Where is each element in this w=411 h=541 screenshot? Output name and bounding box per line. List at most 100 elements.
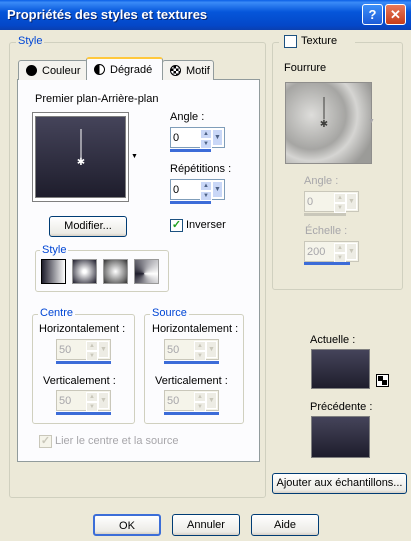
gradient-name-label: Premier plan-Arrière-plan: [35, 93, 159, 105]
previous-label: Précédente :: [310, 401, 373, 413]
repetitions-down-arrow-icon[interactable]: ▼: [200, 191, 212, 201]
repetitions-spinner[interactable]: 0 ▲ ▼ ▼: [170, 179, 225, 201]
repetitions-slider[interactable]: [170, 201, 211, 204]
source-horizontal-value[interactable]: 50: [165, 344, 194, 356]
source-h-down-arrow-icon[interactable]: ▼: [194, 351, 206, 361]
centre-h-down-arrow-icon[interactable]: ▼: [86, 351, 98, 361]
centre-horizontal-slider[interactable]: [56, 361, 111, 364]
angle-value[interactable]: 0: [171, 132, 200, 144]
svg-text:✱: ✱: [77, 157, 85, 168]
source-vertical-value[interactable]: 50: [165, 395, 194, 407]
close-button[interactable]: ✕: [385, 4, 406, 25]
source-label: Source: [150, 307, 189, 319]
centre-horizontal-spinner[interactable]: 50 ▲ ▼ ▼: [56, 339, 111, 361]
repetitions-up-arrow-icon[interactable]: ▲: [200, 181, 212, 191]
style-group-label: Style: [16, 35, 45, 47]
centre-horizontal-value[interactable]: 50: [57, 344, 86, 356]
add-to-samples-button[interactable]: Ajouter aux échantillons...: [272, 473, 407, 494]
pattern-icon: [170, 65, 181, 76]
texture-angle-up-arrow-icon[interactable]: ▲: [334, 193, 346, 203]
tab-degrade[interactable]: Dégradé: [86, 57, 163, 80]
repetitions-dropdown-icon[interactable]: ▼: [212, 181, 223, 198]
centre-horizontal-label: Horizontalement :: [39, 323, 126, 335]
angle-down-arrow-icon[interactable]: ▼: [200, 139, 212, 149]
source-v-dropdown-icon[interactable]: ▼: [206, 392, 217, 409]
angle-label: Angle :: [170, 111, 205, 123]
source-h-up-arrow-icon[interactable]: ▲: [194, 341, 206, 351]
tab-degrade-label: Dégradé: [110, 63, 153, 76]
centre-h-dropdown-icon[interactable]: ▼: [98, 341, 109, 358]
texture-angle-slider[interactable]: [304, 213, 346, 216]
texture-scale-spinner[interactable]: 200 ▲ ▼ ▼: [304, 241, 359, 263]
source-horizontal-label: Horizontalement :: [152, 323, 239, 335]
link-label: Lier le centre et la source: [55, 435, 179, 447]
angle-slider[interactable]: [170, 149, 211, 152]
source-vertical-slider[interactable]: [164, 412, 219, 415]
half-circle-icon: [94, 64, 105, 75]
modify-button[interactable]: Modifier...: [49, 216, 127, 237]
ok-button[interactable]: OK: [93, 514, 161, 536]
source-h-dropdown-icon[interactable]: ▼: [206, 341, 217, 358]
centre-label: Centre: [38, 307, 76, 319]
texture-angle-spinner[interactable]: 0 ▲ ▼ ▼: [304, 191, 359, 213]
current-swatch[interactable]: [311, 349, 370, 389]
style-subgroup-label: Style: [40, 244, 69, 256]
tab-couleur[interactable]: Couleur: [18, 60, 88, 80]
centre-vertical-slider[interactable]: [56, 412, 111, 415]
texture-angle-value[interactable]: 0: [305, 196, 334, 208]
source-vertical-spinner[interactable]: 50 ▲ ▼ ▼: [164, 390, 219, 412]
sunburst-style-button[interactable]: [134, 259, 159, 284]
texture-preview[interactable]: ✱: [285, 82, 372, 164]
gradient-dropdown-arrow-icon[interactable]: ▼: [131, 153, 138, 160]
current-label: Actuelle :: [310, 334, 356, 346]
source-vertical-label: Verticalement :: [155, 375, 228, 387]
angle-dropdown-icon[interactable]: ▼: [212, 129, 223, 146]
radial-style-button[interactable]: [103, 259, 128, 284]
filled-circle-icon: [26, 65, 37, 76]
help-title-button[interactable]: ?: [362, 4, 383, 25]
texture-name: Fourrure: [284, 62, 327, 74]
link-checkbox[interactable]: ✓: [39, 435, 52, 448]
invert-checkbox[interactable]: ✓: [170, 219, 183, 232]
source-horizontal-spinner[interactable]: 50 ▲ ▼ ▼: [164, 339, 219, 361]
texture-scale-value[interactable]: 200: [305, 246, 334, 258]
texture-direction-marker: ✱: [320, 97, 328, 130]
tab-motif[interactable]: Motif: [162, 60, 214, 80]
source-v-up-arrow-icon[interactable]: ▲: [194, 392, 206, 402]
tab-motif-label: Motif: [186, 64, 210, 77]
source-v-down-arrow-icon[interactable]: ▼: [194, 402, 206, 412]
centre-vertical-spinner[interactable]: 50 ▲ ▼ ▼: [56, 390, 111, 412]
centre-vertical-value[interactable]: 50: [57, 395, 86, 407]
centre-vertical-label: Verticalement :: [43, 375, 116, 387]
texture-scale-up-arrow-icon[interactable]: ▲: [334, 243, 346, 253]
invert-label: Inverser: [186, 219, 226, 231]
texture-label: Texture: [301, 35, 338, 47]
repetitions-value[interactable]: 0: [171, 184, 200, 196]
gradient-direction-marker: ✱: [77, 129, 85, 168]
centre-v-dropdown-icon[interactable]: ▼: [98, 392, 109, 409]
texture-scale-dropdown-icon[interactable]: ▼: [346, 243, 357, 260]
angle-up-arrow-icon[interactable]: ▲: [200, 129, 212, 139]
centre-v-up-arrow-icon[interactable]: ▲: [86, 392, 98, 402]
svg-text:✱: ✱: [320, 119, 328, 130]
swap-icon[interactable]: [376, 374, 389, 387]
repetitions-label: Répétitions :: [170, 163, 232, 175]
texture-checkbox[interactable]: [284, 35, 297, 48]
texture-angle-dropdown-icon[interactable]: ▼: [346, 193, 357, 210]
linear-style-button[interactable]: [41, 259, 66, 284]
centre-v-down-arrow-icon[interactable]: ▼: [86, 402, 98, 412]
texture-angle-down-arrow-icon[interactable]: ▼: [334, 203, 346, 213]
cancel-button[interactable]: Annuler: [172, 514, 240, 536]
texture-scale-label: Échelle :: [305, 225, 348, 237]
source-horizontal-slider[interactable]: [164, 361, 219, 364]
rectangular-style-button[interactable]: [72, 259, 97, 284]
help-button[interactable]: Aide: [251, 514, 319, 536]
gradient-preview[interactable]: ✱: [35, 116, 126, 198]
centre-h-up-arrow-icon[interactable]: ▲: [86, 341, 98, 351]
window-title: Propriétés des styles et textures: [7, 7, 208, 22]
texture-scale-slider[interactable]: [304, 262, 350, 265]
texture-dropdown-arrow-icon[interactable]: ▼: [368, 118, 375, 125]
previous-swatch[interactable]: [311, 416, 370, 458]
angle-spinner[interactable]: 0 ▲ ▼ ▼: [170, 127, 225, 149]
tab-couleur-label: Couleur: [42, 64, 81, 77]
